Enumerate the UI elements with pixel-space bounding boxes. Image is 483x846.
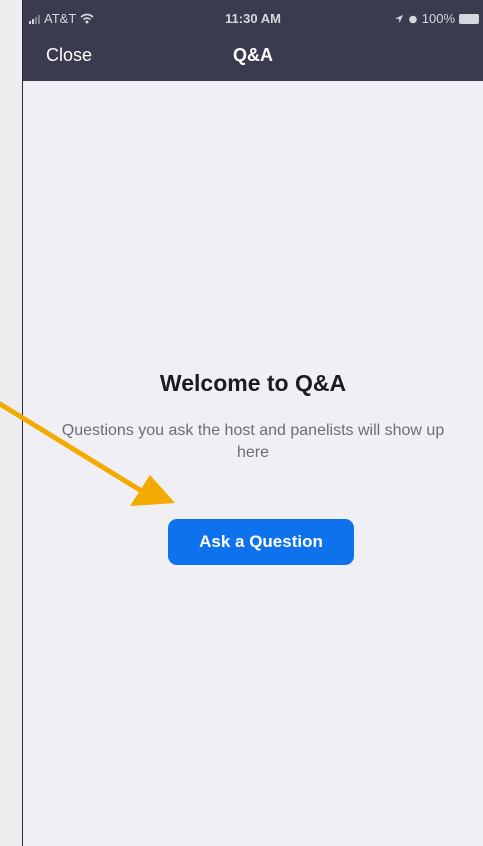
status-bar: AT&T 11:30 AM 100% <box>23 8 483 30</box>
top-header: AT&T 11:30 AM 100% Close Q&A <box>23 0 483 81</box>
battery-icon <box>459 13 479 24</box>
battery-percent: 100% <box>421 11 455 26</box>
location-arrow-icon <box>394 14 403 23</box>
alarm-icon <box>408 15 417 23</box>
nav-bar: Close Q&A <box>23 38 483 74</box>
welcome-subtitle: Questions you ask the host and panelists… <box>61 422 445 461</box>
phone-screen: AT&T 11:30 AM 100% Close Q&A Welcome to … <box>22 0 483 846</box>
status-right: 100% <box>394 11 479 26</box>
page-title: Q&A <box>233 45 273 65</box>
ask-question-button[interactable]: Ask a Question <box>168 519 354 565</box>
welcome-title: Welcome to Q&A <box>159 370 347 396</box>
